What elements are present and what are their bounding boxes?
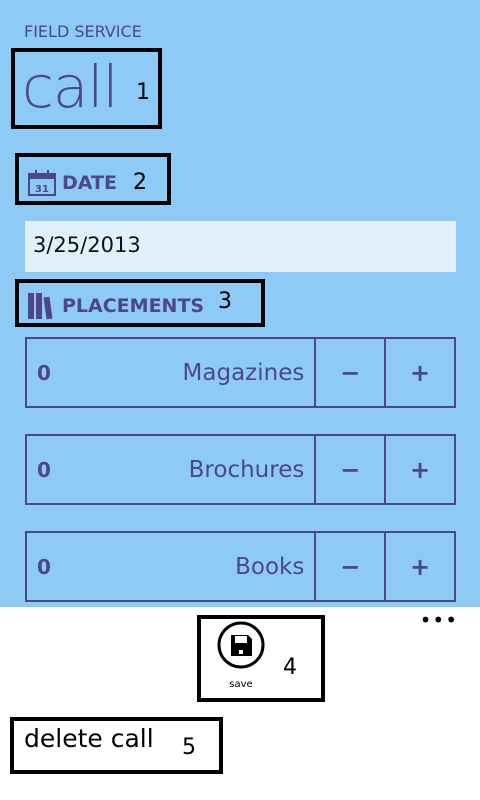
magazines-field[interactable]: 0 Magazines <box>27 339 314 406</box>
placement-row-magazines: 0 Magazines − + <box>25 337 456 408</box>
placement-row-books: 0 Books − + <box>25 531 456 602</box>
magazines-minus-button[interactable]: − <box>314 339 384 406</box>
brochures-minus-button[interactable]: − <box>314 436 384 503</box>
annotation-number-5: 5 <box>182 735 196 760</box>
books-plus-button[interactable]: + <box>384 533 454 600</box>
brochures-plus-button[interactable]: + <box>384 436 454 503</box>
more-button[interactable]: ••• <box>420 608 458 632</box>
annotation-number-2: 2 <box>133 170 147 195</box>
annotation-box-4 <box>197 615 325 702</box>
brochures-field[interactable]: 0 Brochures <box>27 436 314 503</box>
books-field[interactable]: 0 Books <box>27 533 314 600</box>
books-minus-button[interactable]: − <box>314 533 384 600</box>
app-title: FIELD SERVICE <box>24 22 142 41</box>
annotation-number-3: 3 <box>218 289 232 314</box>
content-panel: FIELD SERVICE call 1 31 DATE 2 3/25/2013… <box>0 0 480 607</box>
annotation-number-4: 4 <box>283 655 297 680</box>
placement-row-brochures: 0 Brochures − + <box>25 434 456 505</box>
date-picker[interactable]: 3/25/2013 <box>25 221 456 272</box>
magazines-plus-button[interactable]: + <box>384 339 454 406</box>
annotation-number-1: 1 <box>136 80 150 105</box>
annotation-box-2 <box>15 153 171 205</box>
